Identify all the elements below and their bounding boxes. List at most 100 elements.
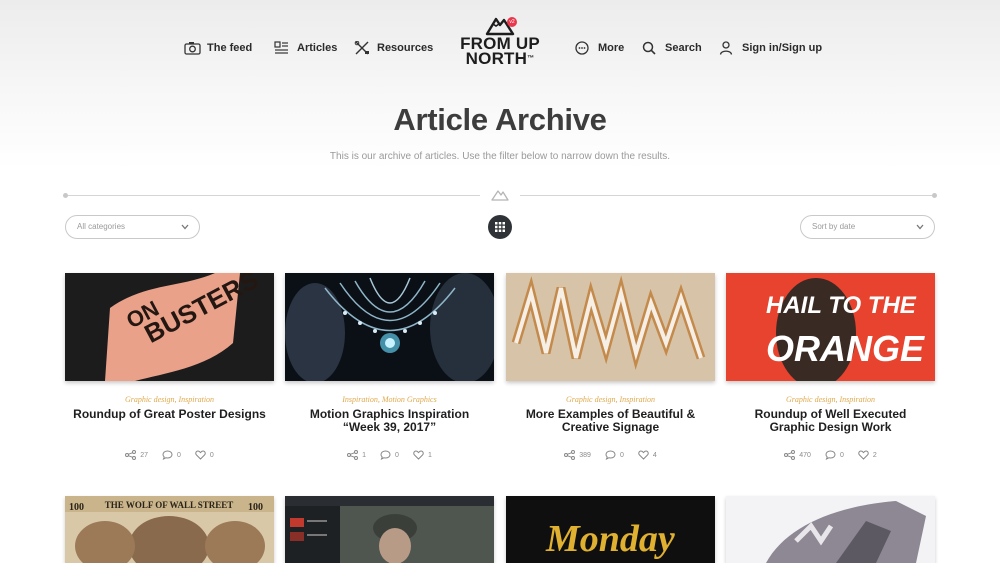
- like-stat[interactable]: 1: [413, 450, 432, 460]
- share-stat[interactable]: 470: [784, 450, 811, 460]
- logo-trademark: ™: [527, 55, 535, 62]
- category-select[interactable]: All categories: [65, 215, 200, 239]
- share-icon: [125, 450, 137, 460]
- grid-view-button[interactable]: [488, 215, 512, 239]
- chevron-down-icon: [181, 224, 189, 230]
- chevron-down-icon: [916, 224, 924, 230]
- heart-icon: [858, 450, 869, 460]
- signage-image: [506, 273, 715, 381]
- svg-text:100: 100: [69, 502, 84, 513]
- like-stat[interactable]: 4: [638, 450, 657, 460]
- comment-icon: [380, 450, 391, 460]
- sort-select-value: Sort by date: [812, 222, 856, 231]
- share-stat[interactable]: 27: [125, 450, 148, 460]
- share-icon: [784, 450, 796, 460]
- page-title: Article Archive: [393, 102, 607, 137]
- user-icon: [719, 41, 733, 55]
- lettering-text: Monday: [545, 518, 675, 560]
- article-categories[interactable]: Graphic design, Inspiration: [726, 395, 935, 404]
- article-thumbnail[interactable]: BUSTERS ON: [65, 273, 274, 381]
- article-title[interactable]: Roundup of Well Executed Graphic Design …: [726, 408, 935, 434]
- like-count: 2: [872, 451, 877, 459]
- article-stats: 470 0 2: [726, 450, 935, 460]
- wolf-title-text: THE WOLF OF WALL STREET: [105, 500, 234, 510]
- nav-the-feed[interactable]: The feed: [184, 39, 252, 57]
- comment-stat[interactable]: 0: [825, 450, 844, 460]
- article-title[interactable]: More Examples of Beautiful & Creative Si…: [506, 408, 715, 434]
- lettering-image: Monday: [506, 496, 715, 563]
- nav-sign-in[interactable]: Sign in/Sign up: [719, 39, 822, 57]
- site-logo[interactable]: v2 FROM UP NORTH™: [455, 14, 545, 76]
- article-stats: 1 0 1: [285, 450, 494, 460]
- comment-stat[interactable]: 0: [605, 450, 624, 460]
- like-stat[interactable]: 0: [195, 450, 214, 460]
- mountain-divider-icon: [491, 190, 509, 201]
- article-thumbnail[interactable]: [285, 273, 494, 381]
- nav-resources[interactable]: Resources: [354, 39, 433, 57]
- article-stats: 389 0 4: [506, 450, 715, 460]
- articles-icon: [274, 41, 288, 54]
- article-categories[interactable]: Graphic design, Inspiration: [65, 395, 274, 404]
- page-subtitle: This is our archive of articles. Use the…: [329, 151, 671, 162]
- share-icon: [564, 450, 576, 460]
- article-thumbnail[interactable]: THE WOLF OF WALL STREET 100 100: [65, 496, 274, 563]
- divider-right: [520, 193, 937, 198]
- article-title[interactable]: Roundup of Great Poster Designs: [65, 408, 274, 421]
- share-stat[interactable]: 1: [347, 450, 366, 460]
- article-thumbnail[interactable]: HAIL TO THE ORANGE: [726, 273, 935, 381]
- top-nav: The feed Articles Resources v2 FROM UP N…: [0, 0, 1000, 96]
- thumb-text-top: HAIL TO THE: [766, 292, 917, 319]
- sneaker-image: [726, 496, 935, 563]
- article-card: Inspiration, Motion Graphics Motion Grap…: [285, 273, 494, 460]
- category-select-value: All categories: [77, 222, 126, 231]
- share-stat[interactable]: 389: [564, 450, 591, 460]
- article-stats: 27 0 0: [65, 450, 274, 460]
- article-title[interactable]: Motion Graphics Inspiration “Week 39, 20…: [285, 408, 494, 434]
- comment-icon: [825, 450, 836, 460]
- sort-select[interactable]: Sort by date: [800, 215, 935, 239]
- comment-count: 0: [619, 451, 624, 459]
- nav-articles[interactable]: Articles: [274, 39, 337, 57]
- comment-icon: [605, 450, 616, 460]
- grid-icon: [495, 222, 505, 232]
- like-count: 0: [209, 451, 214, 459]
- motion-graphics-image: [285, 273, 494, 381]
- divider-dot: [63, 193, 68, 198]
- article-thumbnail[interactable]: [726, 496, 935, 563]
- hail-to-the-orange-image: HAIL TO THE ORANGE: [726, 273, 935, 381]
- video-ui-image: [285, 496, 494, 563]
- nav-search-label: Search: [665, 42, 702, 54]
- article-categories[interactable]: Graphic design, Inspiration: [506, 395, 715, 404]
- heart-icon: [638, 450, 649, 460]
- article-thumbnail[interactable]: [506, 273, 715, 381]
- tools-icon: [354, 41, 369, 55]
- nav-more[interactable]: More: [575, 39, 624, 57]
- heart-icon: [195, 450, 206, 460]
- divider-dot: [932, 193, 937, 198]
- logo-text: FROM UP NORTH™: [455, 35, 545, 67]
- poster-image: BUSTERS ON: [65, 273, 274, 381]
- comment-icon: [162, 450, 173, 460]
- nav-more-label: More: [598, 42, 625, 54]
- nav-search[interactable]: Search: [642, 39, 702, 57]
- article-card: HAIL TO THE ORANGE Graphic design, Inspi…: [726, 273, 935, 460]
- article-card: Graphic design, Inspiration More Example…: [506, 273, 715, 460]
- share-count: 470: [799, 451, 811, 459]
- nav-feed-label: The feed: [207, 42, 253, 54]
- article-categories[interactable]: Inspiration, Motion Graphics: [285, 395, 494, 404]
- article-thumbnail[interactable]: [285, 496, 494, 563]
- comment-stat[interactable]: 0: [380, 450, 399, 460]
- share-count: 389: [579, 451, 591, 459]
- article-thumbnail[interactable]: Monday: [506, 496, 715, 563]
- comment-stat[interactable]: 0: [162, 450, 181, 460]
- nav-resources-label: Resources: [377, 42, 434, 54]
- comment-count: 0: [839, 451, 844, 459]
- like-count: 4: [652, 451, 657, 459]
- like-count: 1: [427, 451, 432, 459]
- share-icon: [347, 450, 359, 460]
- comment-count: 0: [176, 451, 181, 459]
- search-icon: [642, 41, 656, 55]
- like-stat[interactable]: 2: [858, 450, 877, 460]
- version-badge: v2: [507, 17, 517, 27]
- divider-left: [63, 193, 480, 198]
